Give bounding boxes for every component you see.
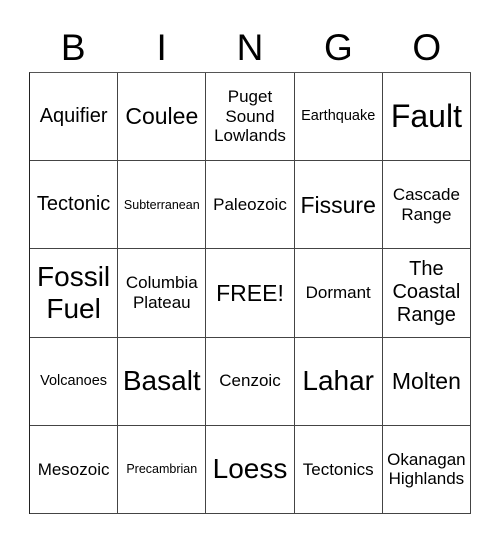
bingo-cell[interactable]: Earthquake bbox=[294, 73, 383, 162]
bingo-cell[interactable]: Lahar bbox=[294, 337, 383, 426]
bingo-cell[interactable]: Puget Sound Lowlands bbox=[206, 73, 295, 162]
bingo-cell[interactable]: Cenzoic bbox=[206, 337, 295, 426]
bingo-cell[interactable]: Precambrian bbox=[118, 425, 207, 514]
bingo-cell[interactable]: Volcanoes bbox=[30, 337, 119, 426]
header-letter-b: B bbox=[60, 26, 86, 68]
bingo-cell[interactable]: Tectonics bbox=[294, 425, 383, 514]
bingo-cell[interactable]: Fissure bbox=[294, 161, 383, 250]
header-letter-o: O bbox=[412, 26, 442, 68]
bingo-cell[interactable]: Cascade Range bbox=[382, 161, 471, 250]
bingo-cell[interactable]: Paleozoic bbox=[206, 161, 295, 250]
bingo-cell[interactable]: Mesozoic bbox=[30, 425, 119, 514]
bingo-cell[interactable]: Subterranean bbox=[118, 161, 207, 250]
header-letter-n: N bbox=[236, 26, 264, 68]
bingo-cell[interactable]: Fossil Fuel bbox=[30, 249, 119, 338]
bingo-board: Aquifier Coulee Puget Sound Lowlands Ear… bbox=[29, 72, 471, 514]
bingo-cell[interactable]: Columbia Plateau bbox=[118, 249, 207, 338]
free-space[interactable]: FREE! bbox=[206, 249, 295, 338]
bingo-cell[interactable]: Basalt bbox=[118, 337, 207, 426]
bingo-cell[interactable]: Coulee bbox=[118, 73, 207, 162]
bingo-cell[interactable]: Dormant bbox=[294, 249, 383, 338]
bingo-cell[interactable]: Fault bbox=[382, 73, 471, 162]
bingo-cell[interactable]: Aquifier bbox=[30, 73, 119, 162]
bingo-header: B I N G O bbox=[29, 22, 471, 72]
bingo-cell[interactable]: Okanagan Highlands bbox=[382, 425, 471, 514]
bingo-cell[interactable]: The Coastal Range bbox=[382, 249, 471, 338]
bingo-cell[interactable]: Loess bbox=[206, 425, 295, 514]
header-letter-g: G bbox=[324, 26, 353, 68]
bingo-cell[interactable]: Molten bbox=[382, 337, 471, 426]
bingo-cell[interactable]: Tectonic bbox=[30, 161, 119, 250]
header-letter-i: I bbox=[156, 26, 167, 68]
